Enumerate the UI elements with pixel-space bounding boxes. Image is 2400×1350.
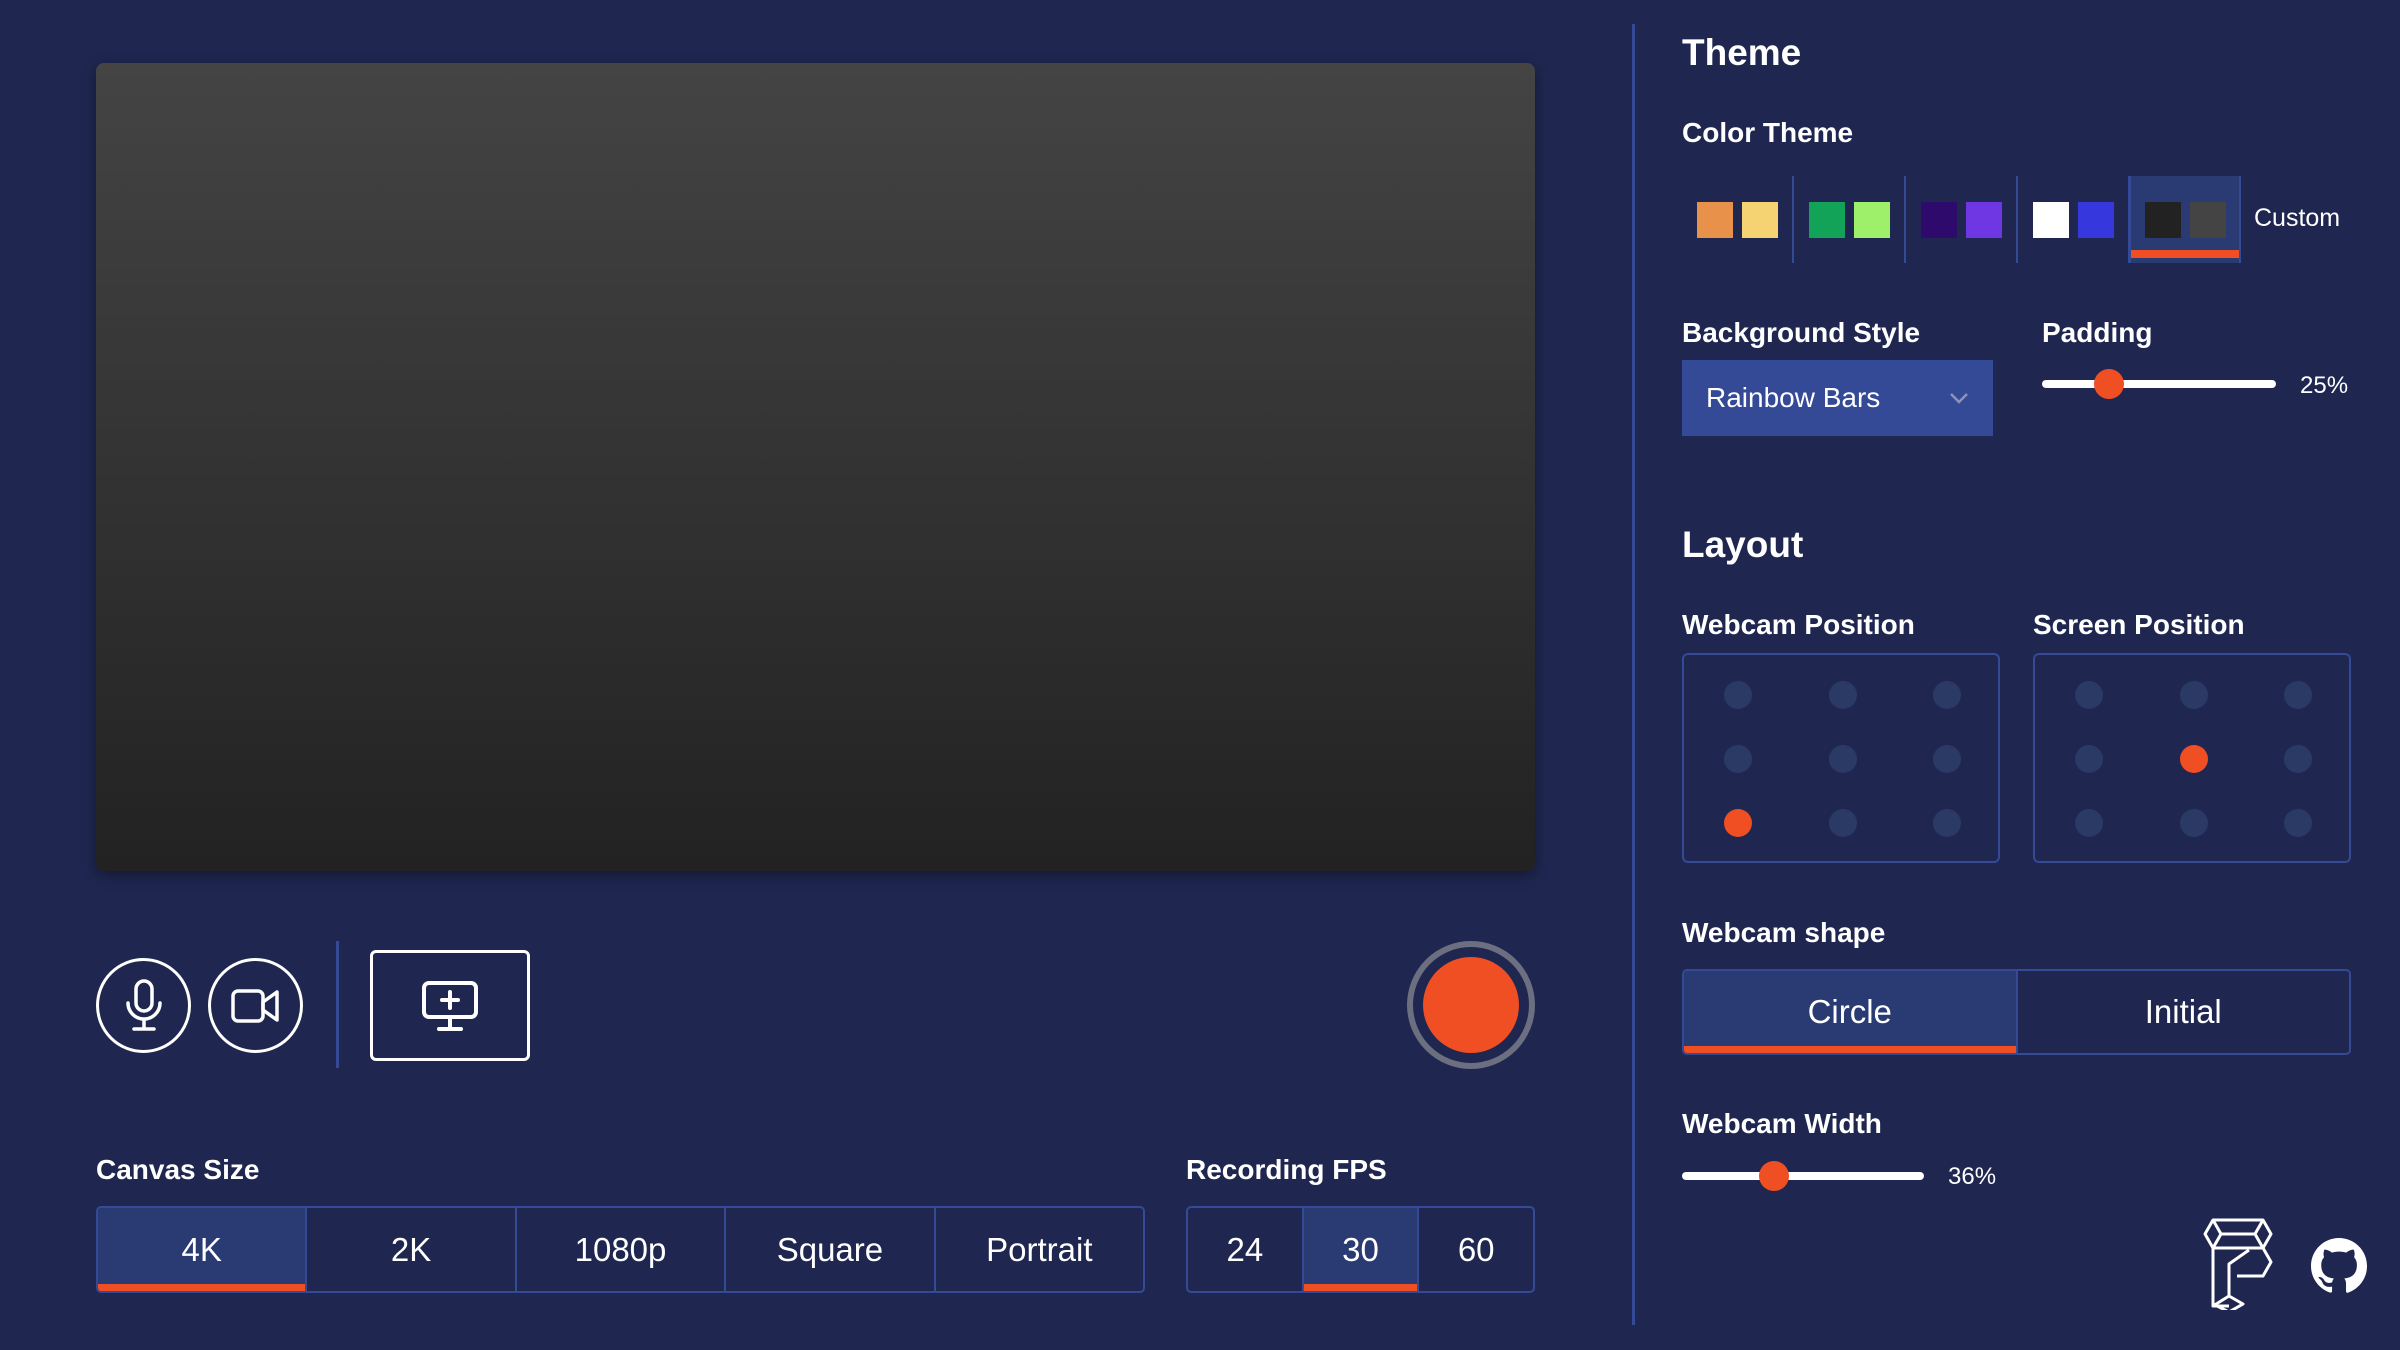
canvas-size-square[interactable]: Square <box>726 1208 936 1291</box>
position-dot[interactable] <box>2180 809 2208 837</box>
fps-selector: 24 30 60 <box>1186 1206 1535 1293</box>
webcam-position-label: Webcam Position <box>1682 609 1915 640</box>
position-dot[interactable] <box>1933 745 1961 773</box>
custom-theme-label: Custom <box>2254 204 2341 232</box>
color-theme-blue[interactable] <box>2018 176 2130 263</box>
color-theme-purple[interactable] <box>1906 176 2018 263</box>
webcam-shape-label: Webcam shape <box>1682 917 1886 948</box>
fps-24[interactable]: 24 <box>1188 1208 1304 1291</box>
chevron-down-icon <box>1950 393 1968 404</box>
canvas-size-1080p[interactable]: 1080p <box>517 1208 727 1291</box>
position-dot[interactable] <box>2075 745 2103 773</box>
position-dot[interactable] <box>1933 809 1961 837</box>
position-dot[interactable] <box>2075 809 2103 837</box>
controls-divider <box>336 941 339 1068</box>
color-theme-green[interactable] <box>1794 176 1906 263</box>
screen-position-label: Screen Position <box>2033 609 2245 640</box>
background-style-value: Rainbow Bars <box>1706 382 1881 413</box>
webcam-width-slider[interactable] <box>1682 1161 1924 1191</box>
theme-title: Theme <box>1682 32 1802 73</box>
add-screen-button[interactable] <box>370 950 530 1061</box>
canvas-size-selector: 4K 2K 1080p Square Portrait <box>96 1206 1145 1293</box>
fps-60[interactable]: 60 <box>1419 1208 1533 1291</box>
record-icon <box>1423 957 1519 1053</box>
background-style-select[interactable]: Rainbow Bars <box>1682 360 1993 436</box>
webcam-shape-circle[interactable]: Circle <box>1684 971 2018 1053</box>
webcam-width-slider-thumb[interactable] <box>1759 1161 1790 1191</box>
position-dot[interactable] <box>2284 745 2312 773</box>
padding-value: 25% <box>2300 372 2349 399</box>
canvas-preview <box>96 63 1535 871</box>
layout-title: Layout <box>1682 524 1804 565</box>
position-dot[interactable] <box>1933 681 1961 709</box>
position-dot[interactable] <box>2284 681 2312 709</box>
canvas-size-portrait[interactable]: Portrait <box>936 1208 1143 1291</box>
video-camera-icon <box>230 988 279 1023</box>
position-dot[interactable] <box>1724 681 1752 709</box>
microphone-icon <box>125 978 162 1031</box>
position-dot[interactable] <box>1829 809 1857 837</box>
color-theme-label: Color Theme <box>1682 117 1854 148</box>
github-icon <box>2311 1238 2368 1293</box>
panel-divider <box>1632 24 1635 1325</box>
logo-icon <box>2203 1218 2273 1314</box>
position-dot[interactable] <box>1829 681 1857 709</box>
webcam-position-grid <box>1682 653 2000 863</box>
record-button[interactable] <box>1407 941 1535 1069</box>
background-style-label: Background Style <box>1682 317 1921 348</box>
webcam-width-label: Webcam Width <box>1682 1108 1882 1139</box>
app-logo[interactable] <box>2203 1218 2273 1315</box>
canvas-size-4k[interactable]: 4K <box>98 1208 308 1291</box>
position-dot[interactable] <box>2284 809 2312 837</box>
color-theme-orange[interactable] <box>1682 176 1794 263</box>
canvas-size-2k[interactable]: 2K <box>307 1208 517 1291</box>
add-screen-icon <box>422 980 478 1031</box>
position-dot[interactable] <box>2180 745 2208 773</box>
color-theme-custom[interactable] <box>2129 176 2241 263</box>
webcam-shape-initial[interactable]: Initial <box>2018 971 2350 1053</box>
fps-30[interactable]: 30 <box>1303 1208 1420 1291</box>
screen-position-grid <box>2033 653 2351 863</box>
padding-slider[interactable] <box>2042 369 2276 399</box>
github-link[interactable] <box>2311 1238 2368 1299</box>
webcam-shape-selector: Circle Initial <box>1682 969 2351 1055</box>
position-dot[interactable] <box>2180 681 2208 709</box>
position-dot[interactable] <box>1724 745 1752 773</box>
camera-toggle-button[interactable] <box>208 958 303 1053</box>
position-dot[interactable] <box>2075 681 2103 709</box>
microphone-toggle-button[interactable] <box>96 958 191 1053</box>
position-dot[interactable] <box>1829 745 1857 773</box>
padding-slider-thumb[interactable] <box>2093 369 2124 399</box>
webcam-width-value: 36% <box>1948 1163 1997 1190</box>
canvas-size-label: Canvas Size <box>96 1154 260 1185</box>
position-dot[interactable] <box>1724 809 1752 837</box>
fps-label: Recording FPS <box>1186 1154 1387 1185</box>
padding-label: Padding <box>2042 317 2153 348</box>
